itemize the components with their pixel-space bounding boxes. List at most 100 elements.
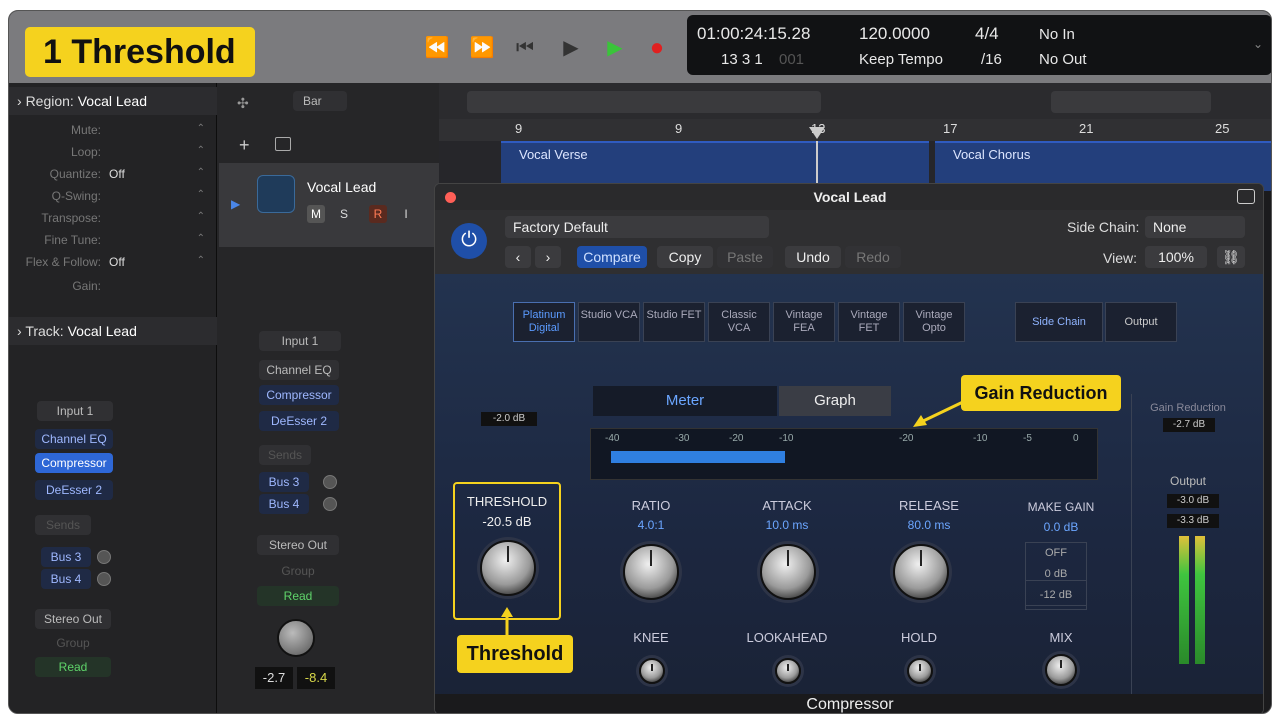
limiter-off[interactable]: OFF (1026, 543, 1086, 564)
model-platinum-digital[interactable]: Platinum Digital (513, 302, 575, 342)
input-monitor-button[interactable]: I (397, 205, 415, 223)
send-knob[interactable] (97, 572, 111, 586)
power-icon[interactable]: ⏻ (451, 223, 487, 259)
automation-mode[interactable]: Read (257, 586, 339, 606)
next-preset-button[interactable]: › (535, 246, 561, 268)
input-slot[interactable]: Input 1 (259, 331, 341, 351)
record-button[interactable]: ● (644, 35, 670, 61)
inspector-row[interactable]: Flex & Follow: Off ⌃ (9, 255, 209, 273)
mute-button[interactable]: M (307, 205, 325, 223)
release-knob[interactable] (893, 544, 949, 600)
chevron-down-icon[interactable]: ⌄ (1253, 37, 1263, 51)
insert-slot-compressor[interactable]: Compressor (35, 453, 113, 473)
close-icon[interactable] (445, 192, 456, 203)
volume-readout[interactable]: -2.7 (255, 667, 293, 689)
rewind-button[interactable]: ⏪ (424, 35, 450, 61)
lookahead-knob[interactable] (775, 658, 801, 684)
previous-preset-button[interactable]: ‹ (505, 246, 531, 268)
output-button[interactable]: Output (1105, 302, 1177, 342)
mix-knob[interactable] (1045, 654, 1077, 686)
pointer-tool-icon[interactable]: ✣ (237, 95, 249, 112)
record-enable-button[interactable]: R (369, 205, 387, 223)
insert-slot-deesser[interactable]: DeEsser 2 (259, 411, 339, 431)
play-button[interactable]: ▶ (558, 35, 584, 61)
compare-button[interactable]: Compare (577, 246, 647, 268)
knee-knob[interactable] (639, 658, 665, 684)
track-header-row[interactable]: ▶ Vocal Lead M S R I (219, 163, 439, 247)
model-studio-fet[interactable]: Studio FET (643, 302, 705, 342)
attack-knob[interactable] (760, 544, 816, 600)
ratio-knob[interactable] (623, 544, 679, 600)
inspector-row[interactable]: Fine Tune: ⌃ (9, 233, 209, 251)
add-track-icon[interactable]: + (239, 135, 250, 156)
meter-scale-label: 0 (1073, 433, 1079, 444)
insert-slot-channel-eq[interactable]: Channel EQ (35, 429, 113, 449)
model-studio-vca[interactable]: Studio VCA (578, 302, 640, 342)
input-slot[interactable]: Input 1 (37, 401, 113, 421)
meter-tab[interactable]: Meter (593, 386, 777, 416)
link-icon[interactable]: ⛓ (1217, 246, 1245, 268)
side-chain-button[interactable]: Side Chain (1015, 302, 1103, 342)
track-options-icon[interactable] (275, 137, 291, 151)
insert-slot-channel-eq[interactable]: Channel EQ (259, 360, 339, 380)
stepper-icon[interactable]: ⌃ (197, 233, 205, 244)
go-to-start-button[interactable]: ⏮ (512, 35, 538, 61)
inspector-row[interactable]: Transpose: ⌃ (9, 211, 209, 229)
stepper-icon[interactable]: ⌃ (197, 145, 205, 156)
solo-button[interactable]: S (335, 205, 353, 223)
send-bus-3[interactable]: Bus 3 (41, 547, 91, 567)
send-bus-4[interactable]: Bus 4 (259, 494, 309, 514)
output-slot[interactable]: Stereo Out (257, 535, 339, 555)
stepper-icon[interactable]: ⌃ (197, 167, 205, 178)
region-header[interactable]: › Region: Vocal Lead (9, 87, 217, 115)
undo-button[interactable]: Undo (785, 246, 841, 268)
view-menu[interactable]: 100% (1145, 246, 1207, 268)
model-classic-vca[interactable]: Classic VCA (708, 302, 770, 342)
send-bus-3[interactable]: Bus 3 (259, 472, 309, 492)
playhead-icon[interactable] (809, 127, 825, 139)
inspector-row[interactable]: Quantize: Off ⌃ (9, 167, 209, 185)
send-knob[interactable] (97, 550, 111, 564)
threshold-knob[interactable] (480, 540, 536, 596)
insert-slot-compressor[interactable]: Compressor (259, 385, 339, 405)
pan-knob[interactable] (277, 619, 315, 657)
hold-knob[interactable] (907, 658, 933, 684)
model-vintage-opto[interactable]: Vintage Opto (903, 302, 965, 342)
copy-button[interactable]: Copy (657, 246, 713, 268)
play-green-button[interactable]: ▶ (602, 35, 628, 61)
side-chain-menu[interactable]: None (1145, 216, 1245, 238)
send-knob[interactable] (323, 475, 337, 489)
inspector-row[interactable]: Loop: ⌃ (9, 145, 209, 163)
graph-tab[interactable]: Graph (779, 386, 891, 416)
limiter-12db[interactable]: -12 dB (1025, 580, 1087, 610)
meter-scale-label: -30 (675, 433, 690, 444)
insert-slot-deesser[interactable]: DeEsser 2 (35, 480, 113, 500)
model-vintage-fea[interactable]: Vintage FEA (773, 302, 835, 342)
track-header[interactable]: › Track: Vocal Lead (9, 317, 217, 345)
stepper-icon[interactable]: ⌃ (197, 189, 205, 200)
snap-menu[interactable]: Bar (293, 91, 347, 111)
group-slot[interactable]: Group (35, 633, 111, 653)
send-knob[interactable] (323, 497, 337, 511)
redo-button[interactable]: Redo (845, 246, 901, 268)
peak-readout[interactable]: -8.4 (297, 667, 335, 689)
inspector-row[interactable]: Q-Swing: ⌃ (9, 189, 209, 207)
stepper-icon[interactable]: ⌃ (197, 211, 205, 222)
callout-arrow-icon (501, 607, 513, 635)
bar-ruler[interactable] (439, 119, 1271, 141)
inspector-row[interactable]: Gain: (9, 279, 209, 297)
paste-button[interactable]: Paste (717, 246, 773, 268)
forward-button[interactable]: ⏩ (469, 35, 495, 61)
group-slot[interactable]: Group (257, 561, 339, 581)
stepper-icon[interactable]: ⌃ (197, 255, 205, 266)
model-vintage-fet[interactable]: Vintage FET (838, 302, 900, 342)
send-bus-4[interactable]: Bus 4 (41, 569, 91, 589)
preset-menu[interactable]: Factory Default (505, 216, 769, 238)
output-slot[interactable]: Stereo Out (35, 609, 111, 629)
window-icon[interactable] (1237, 189, 1255, 204)
automation-mode[interactable]: Read (35, 657, 111, 677)
stepper-icon[interactable]: ⌃ (197, 123, 205, 134)
ruler[interactable]: 9 9 13 17 21 25 (439, 83, 1271, 141)
lcd-display[interactable]: 01:00:24:15.28 13 3 1 001 120.0000 Keep … (687, 15, 1271, 75)
inspector-row[interactable]: Mute: ⌃ (9, 123, 209, 141)
